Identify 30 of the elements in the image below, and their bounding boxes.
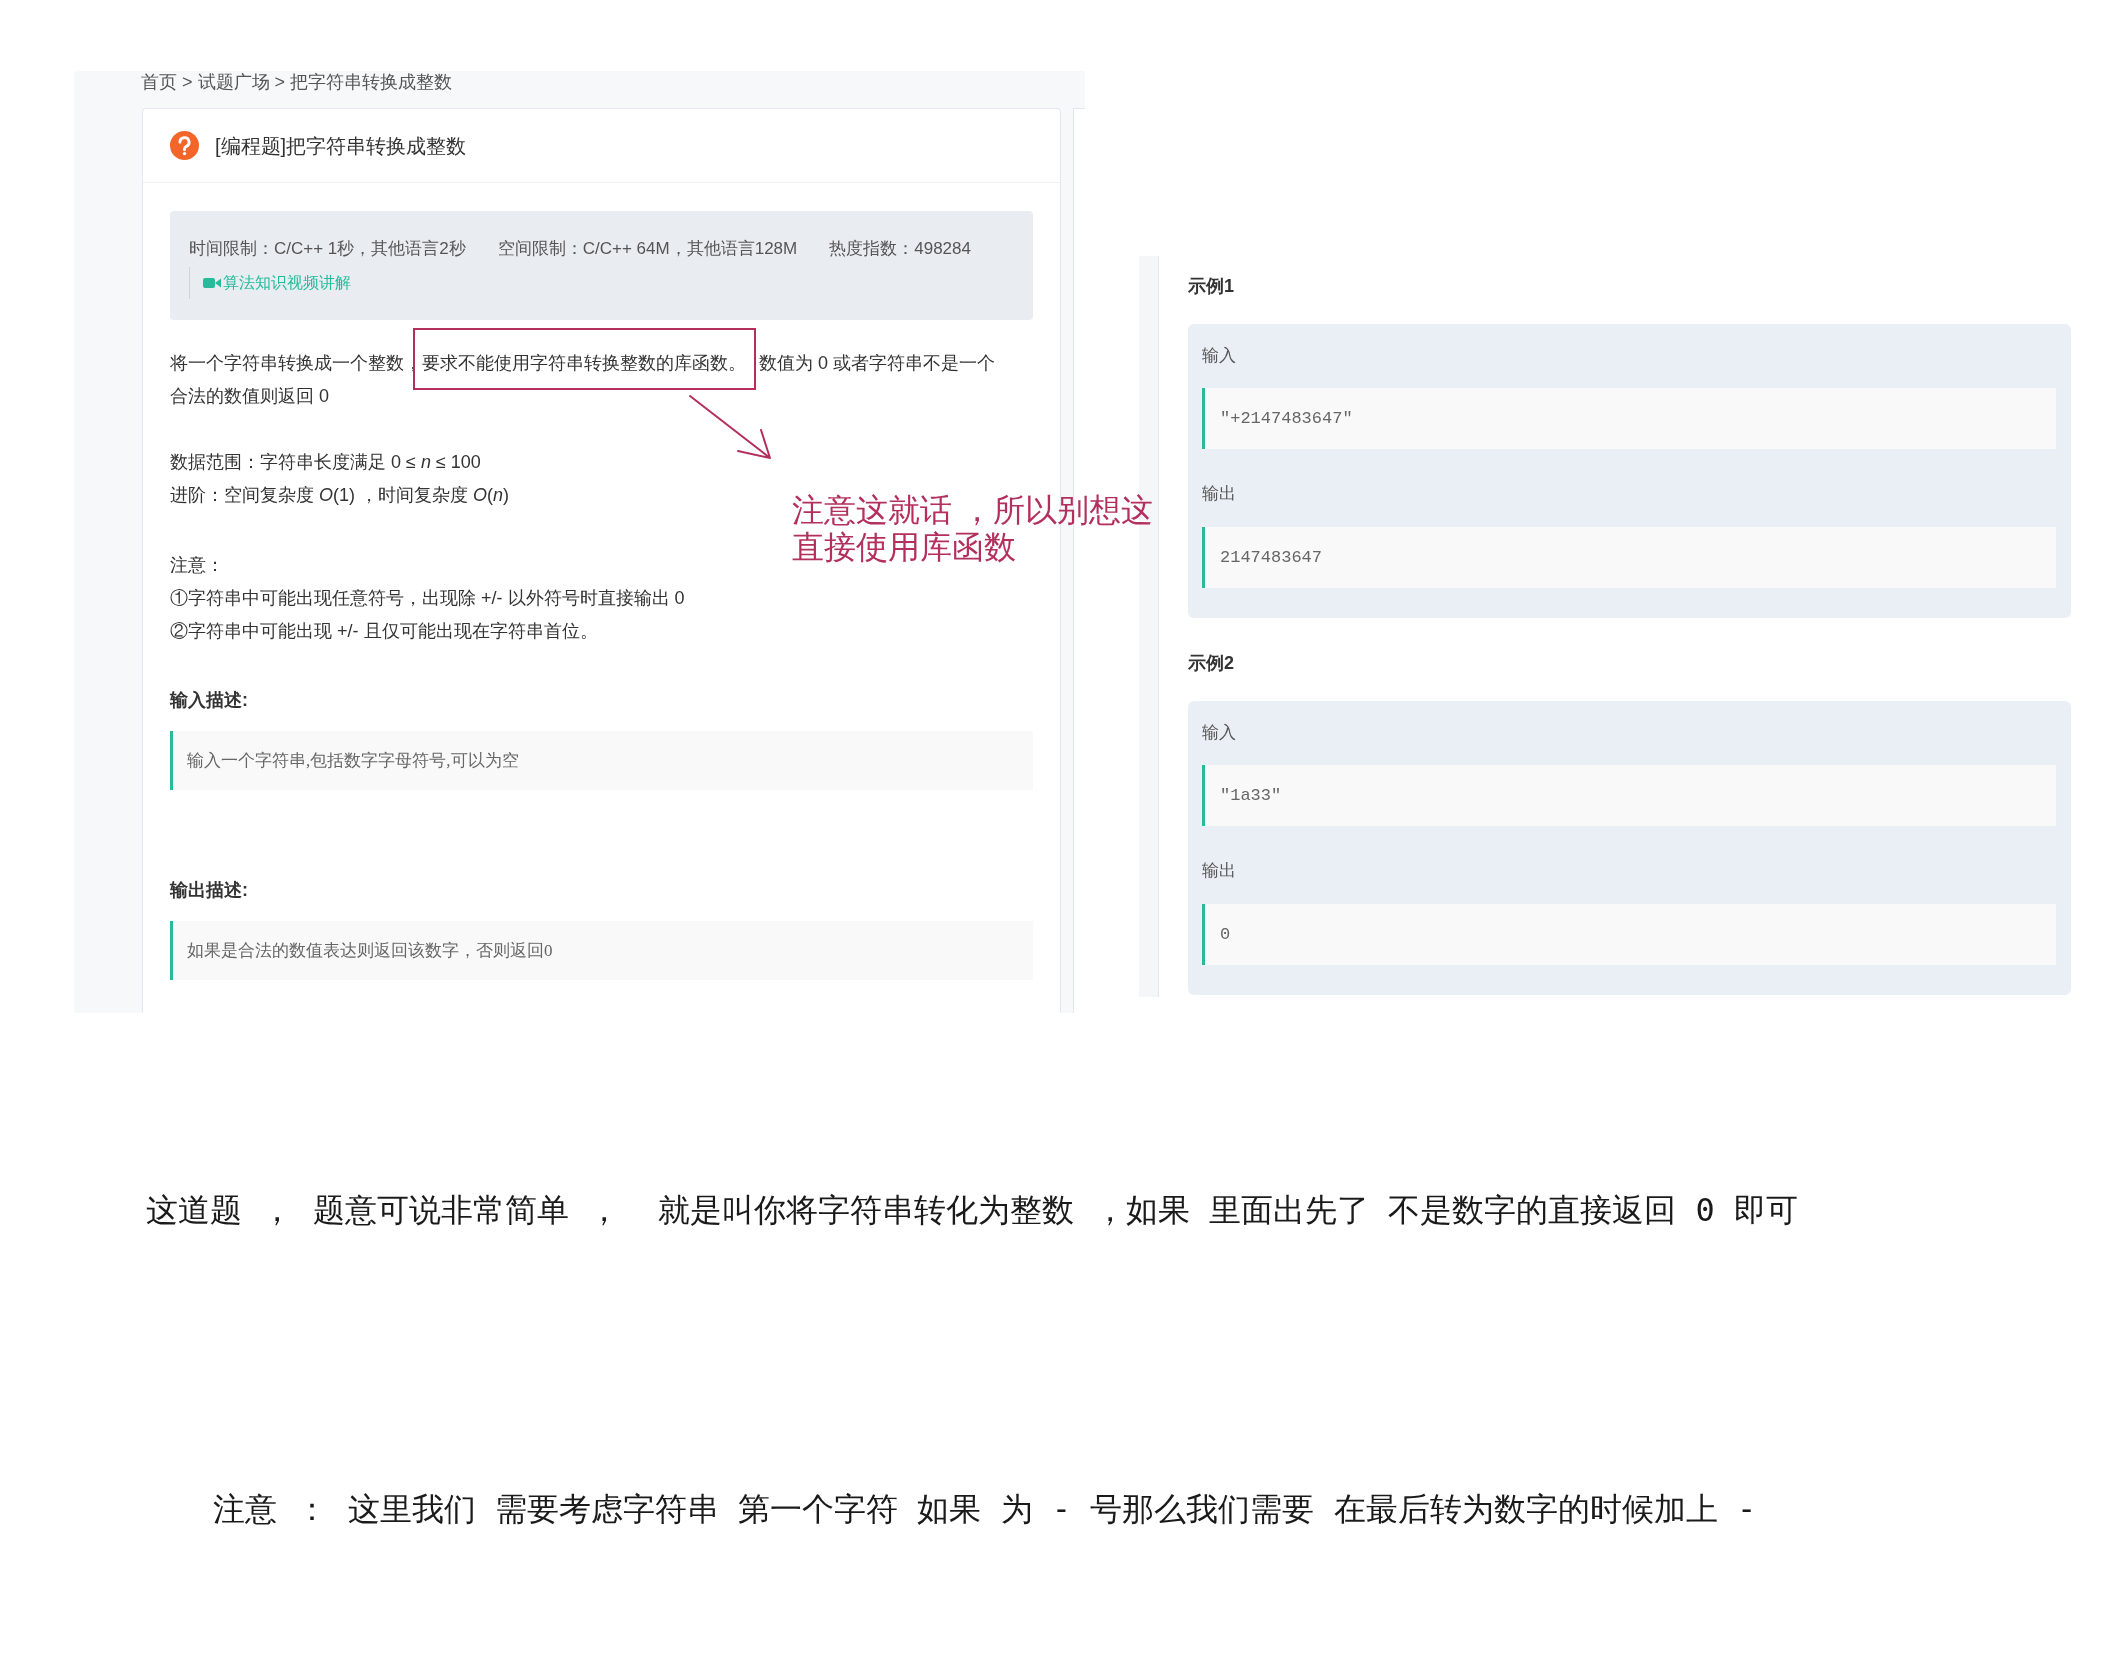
question-icon (170, 131, 199, 160)
note-text: ①字符串中可能出现任意符号，出现除 +/- 以外符号时直接输出 0 (170, 587, 685, 610)
example-title: 示例1 (1188, 275, 1234, 298)
code-block: "1a33" (1202, 765, 2056, 826)
breadcrumb: 首页 > 试题广场 > 把字符串转换成整数 (141, 71, 453, 93)
example-label: 输入 (1202, 722, 1236, 744)
section-title: 输入描述: (170, 689, 248, 712)
section-title: 输出描述: (170, 879, 248, 902)
data-range-text: 数据范围：字符串长度满足 0 ≤ n ≤ 100 (170, 451, 481, 474)
code-block: 0 (1202, 904, 2056, 965)
note-text: ②字符串中可能出现 +/- 且仅可能出现在字符串首位。 (170, 620, 598, 643)
video-camera-icon (203, 277, 221, 289)
notes-title: 注意： (170, 554, 224, 577)
example-label: 输入 (1202, 345, 1236, 367)
problem-title: [编程题]把字符串转换成整数 (215, 133, 467, 159)
example-title: 示例2 (1188, 652, 1234, 675)
code-block: "+2147483647" (1202, 388, 2056, 449)
example-label: 输出 (1202, 483, 1236, 505)
video-link[interactable]: 算法知识视频讲解 (203, 272, 351, 294)
advanced-text: 进阶：空间复杂度 O(1) ，时间复杂度 O(n) (170, 484, 510, 507)
example-label: 输出 (1202, 860, 1236, 882)
comment-text: 这道题 ， 题意可说非常简单 ， 就是叫你将字符串转化为整数 ，如果 里面出先了 不是数字的直接返回 0 即可 (146, 1190, 1798, 1230)
info-text: 空间限制：C/C++ 64M，其他语言128M (497, 238, 798, 260)
info-text: 时间限制：C/C++ 1秒，其他语言2秒 (189, 238, 466, 260)
comment-text: 注意 ： 这里我们 需要考虑字符串 第一个字符 如果 为 - 号那么我们需要 在最后转为数字的时候加上 - (213, 1489, 1757, 1529)
info-text: 热度指数：498284 (829, 238, 971, 260)
annotation-note: 注意这就话 ，所以别想这直接使用库函数 (792, 492, 1154, 566)
code-block: 2147483647 (1202, 527, 2056, 588)
description-block: 如果是合法的数值表达则返回该数字，否则返回0 (170, 921, 1033, 980)
description-block: 输入一个字符串,包括数字字母符号,可以为空 (170, 731, 1033, 790)
